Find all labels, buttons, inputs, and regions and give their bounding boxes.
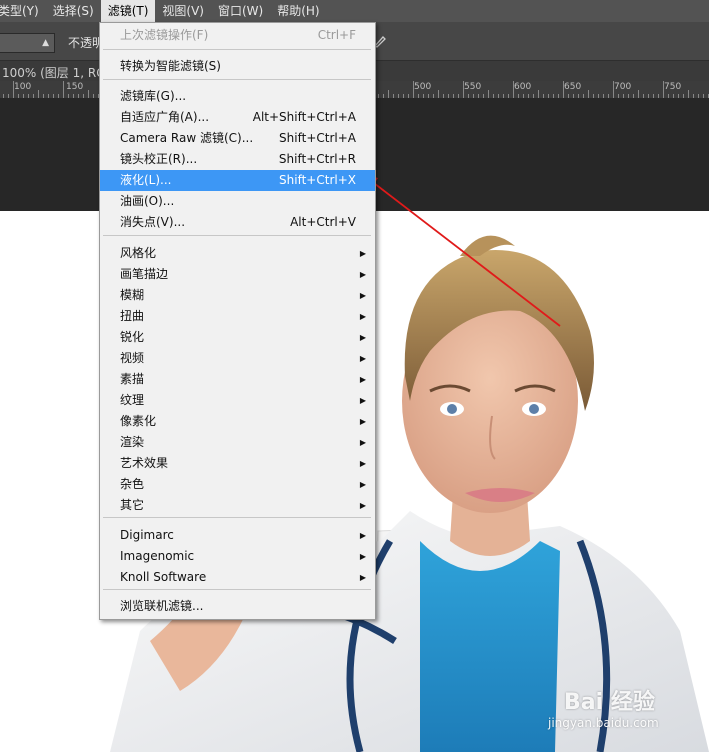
menu-item-label: 视频 (120, 351, 145, 365)
submenu-arrow-icon: ▶ (359, 396, 366, 405)
menu-item-label: Digimarc (120, 528, 174, 542)
submenu-arrow-icon: ▶ (359, 459, 366, 468)
menu-item-label: 油画(O)... (120, 194, 175, 208)
menu-item-liquify[interactable]: 液化(L)... Shift+Ctrl+X (100, 170, 375, 191)
submenu-arrow-icon: ▶ (359, 501, 366, 510)
menu-item-sharpen[interactable]: 锐化 ▶ (100, 327, 375, 348)
menu-item-label: Knoll Software (120, 570, 207, 584)
menu-item-label: 风格化 (120, 246, 157, 260)
menu-item-label: 镜头校正(R)... (120, 152, 198, 166)
submenu-arrow-icon: ▶ (359, 375, 366, 384)
menu-item-digimarc[interactable]: Digimarc ▶ (100, 525, 375, 546)
menu-item-label: 渲染 (120, 435, 145, 449)
submenu-arrow-icon: ▶ (359, 417, 366, 426)
menu-item-label: Imagenomic (120, 549, 195, 563)
menu-item-label: 转换为智能滤镜(S) (120, 59, 221, 73)
menu-item-label: 滤镜库(G)... (120, 89, 187, 103)
menu-item-artistic[interactable]: 艺术效果 ▶ (100, 453, 375, 474)
menu-item-sketch[interactable]: 素描 ▶ (100, 369, 375, 390)
filter-menu: 上次滤镜操作(F) Ctrl+F 转换为智能滤镜(S) 滤镜库(G)... 自适应广角(… (99, 22, 376, 620)
menu-item-label: 艺术效果 (120, 456, 169, 470)
submenu-arrow-icon: ▶ (359, 354, 366, 363)
menu-item-label: 其它 (120, 498, 145, 512)
menu-item-label: Camera Raw 滤镜(C)... (120, 131, 254, 145)
menu-item-convert-smart[interactable]: 转换为智能滤镜(S) (100, 56, 375, 77)
menu-item-filter-gallery[interactable]: 滤镜库(G)... (100, 86, 375, 107)
menu-item-knoll-software[interactable]: Knoll Software ▶ (100, 567, 375, 588)
menu-item-imagenomic[interactable]: Imagenomic ▶ (100, 546, 375, 567)
watermark-url: jingyan.baidu.com (548, 716, 659, 730)
menu-item-shortcut: Ctrl+F (317, 28, 356, 42)
menu-separator (103, 517, 371, 518)
menu-item-label: 像素化 (120, 414, 157, 428)
menu-item-shortcut: Shift+Ctrl+X (279, 173, 356, 187)
watermark: Bai 经验 jingyan.baidu.com (546, 676, 706, 746)
menu-item-shortcut: Alt+Ctrl+V (290, 215, 356, 229)
menu-item-label: 浏览联机滤镜... (120, 599, 204, 613)
menu-item-stylize[interactable]: 风格化 ▶ (100, 243, 375, 264)
submenu-arrow-icon: ▶ (359, 438, 366, 447)
submenu-arrow-icon: ▶ (359, 249, 366, 258)
menu-item-label: 锐化 (120, 330, 145, 344)
menu-item-shortcut: Shift+Ctrl+R (278, 152, 356, 166)
submenu-arrow-icon: ▶ (359, 270, 366, 279)
menu-item-label: 液化(L)... (120, 173, 172, 187)
menu-item-oil-paint[interactable]: 油画(O)... (100, 191, 375, 212)
menu-item-render[interactable]: 渲染 ▶ (100, 432, 375, 453)
submenu-arrow-icon: ▶ (359, 531, 366, 540)
menu-item-label: 消失点(V)... (120, 215, 186, 229)
submenu-arrow-icon: ▶ (359, 552, 366, 561)
menu-item-lens-correction[interactable]: 镜头校正(R)... Shift+Ctrl+R (100, 149, 375, 170)
menu-item-camera-raw[interactable]: Camera Raw 滤镜(C)... Shift+Ctrl+A (100, 128, 375, 149)
submenu-arrow-icon: ▶ (359, 480, 366, 489)
menu-item-pixelate[interactable]: 像素化 ▶ (100, 411, 375, 432)
submenu-arrow-icon: ▶ (359, 291, 366, 300)
menu-item-adaptive-wide-angle[interactable]: 自适应广角(A)... Alt+Shift+Ctrl+A (100, 107, 375, 128)
menu-item-shortcut: Shift+Ctrl+A (279, 131, 356, 145)
menu-item-last-filter[interactable]: 上次滤镜操作(F) Ctrl+F (100, 25, 375, 46)
menu-item-blur[interactable]: 模糊 ▶ (100, 285, 375, 306)
menu-item-other[interactable]: 其它 ▶ (100, 495, 375, 516)
submenu-arrow-icon: ▶ (359, 312, 366, 321)
menu-separator (103, 235, 371, 236)
submenu-arrow-icon: ▶ (359, 333, 366, 342)
submenu-arrow-icon: ▶ (359, 573, 366, 582)
menu-separator (103, 79, 371, 80)
menu-item-texture[interactable]: 纹理 ▶ (100, 390, 375, 411)
menu-item-label: 上次滤镜操作(F) (120, 28, 209, 42)
menu-item-browse-filters-online[interactable]: 浏览联机滤镜... (100, 596, 375, 617)
menu-item-noise[interactable]: 杂色 ▶ (100, 474, 375, 495)
menu-item-label: 自适应广角(A)... (120, 110, 210, 124)
menu-item-brush-strokes[interactable]: 画笔描边 ▶ (100, 264, 375, 285)
watermark-brand: Bai 经验 (564, 690, 655, 715)
menu-item-label: 画笔描边 (120, 267, 169, 281)
menu-item-video[interactable]: 视频 ▶ (100, 348, 375, 369)
menu-item-label: 素描 (120, 372, 145, 386)
menu-item-label: 杂色 (120, 477, 145, 491)
menu-item-vanishing-point[interactable]: 消失点(V)... Alt+Ctrl+V (100, 212, 375, 233)
menu-separator (103, 49, 371, 50)
menu-separator (103, 589, 371, 590)
menu-item-shortcut: Alt+Shift+Ctrl+A (252, 110, 356, 124)
menu-item-label: 纹理 (120, 393, 145, 407)
menu-item-label: 扭曲 (120, 309, 145, 323)
menu-item-distort[interactable]: 扭曲 ▶ (100, 306, 375, 327)
menu-item-label: 模糊 (120, 288, 145, 302)
